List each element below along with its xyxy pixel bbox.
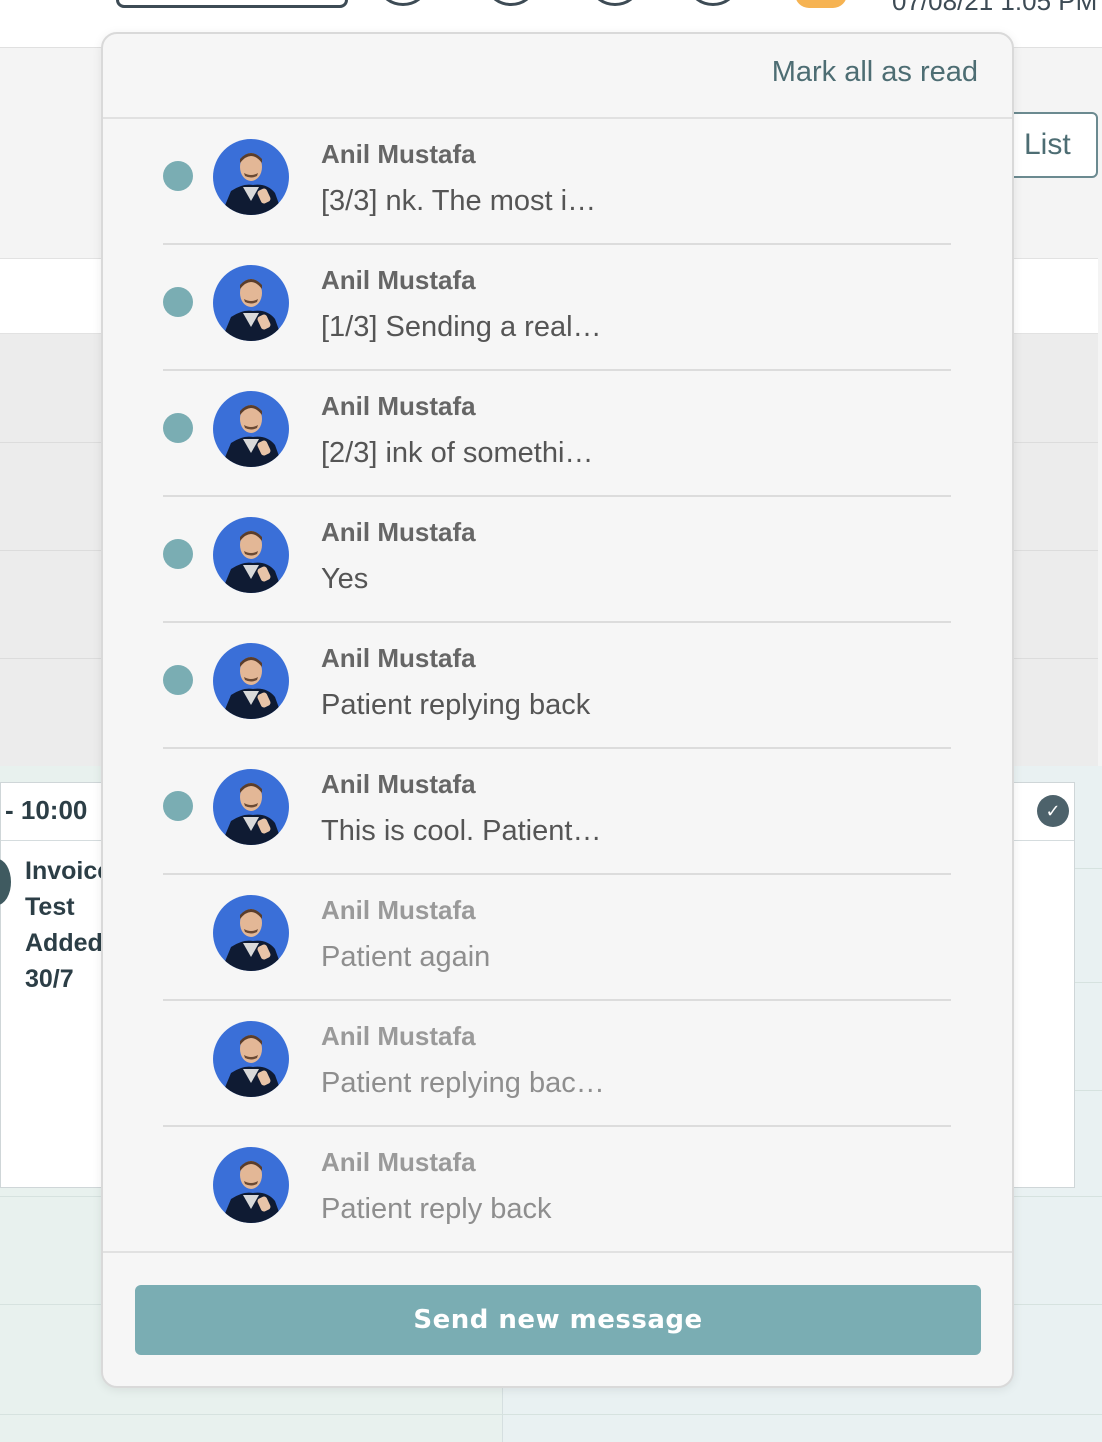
sender-avatar [213,391,289,467]
appointment-line: 30/7 [25,965,74,993]
notification-item[interactable]: Anil Mustafa Yes [103,497,1012,623]
sender-name: Anil Mustafa [321,895,476,925]
notifications-popover: Mark all as read Anil Mustafa [3/3] nk. T… [101,32,1014,1388]
list-view-button[interactable]: List [1006,112,1098,178]
sender-avatar [213,517,289,593]
unread-dot-icon [163,413,193,443]
notification-item[interactable]: Anil Mustafa Patient replying bac… [103,1001,1012,1127]
sender-name: Anil Mustafa [321,769,476,799]
message-preview: Patient replying bac… [321,1067,605,1099]
toolbar-icon[interactable] [380,0,426,6]
notification-item[interactable]: Anil Mustafa Patient reply back [103,1127,1012,1253]
sender-name: Anil Mustafa [321,1021,476,1051]
check-icon[interactable]: ✓ [1037,795,1069,827]
popover-footer: Send new message [103,1251,1012,1386]
toolbar-icon[interactable] [592,0,638,6]
notification-item[interactable]: Anil Mustafa [1/3] Sending a real… [103,245,1012,371]
message-preview: Yes [321,563,369,595]
notification-item[interactable]: Anil Mustafa [2/3] ink of somethi… [103,371,1012,497]
message-preview: [2/3] ink of somethi… [321,437,594,469]
sender-name: Anil Mustafa [321,139,476,169]
unread-dot-icon [163,161,193,191]
patient-avatar [0,859,11,905]
message-preview: Patient reply back [321,1193,552,1225]
message-preview: This is cool. Patient… [321,815,602,847]
sender-avatar [213,1021,289,1097]
message-preview: [3/3] nk. The most i… [321,185,597,217]
unread-dot-icon [163,287,193,317]
current-datetime: 07/08/21 1:05 PM [892,0,1098,16]
sender-avatar [213,769,289,845]
appointment-line: Added [25,929,103,957]
sender-name: Anil Mustafa [321,265,476,295]
message-list: Anil Mustafa [3/3] nk. The most i… Anil M… [103,119,1012,1251]
sender-avatar [213,895,289,971]
notification-badge-icon[interactable] [795,0,847,8]
notification-item[interactable]: Anil Mustafa Patient again [103,875,1012,1001]
grid-line [0,1414,1102,1415]
sender-name: Anil Mustafa [321,1147,476,1177]
message-preview: Patient replying back [321,689,591,721]
message-preview: Patient again [321,941,491,973]
sender-avatar [213,139,289,215]
notification-item[interactable]: Anil Mustafa Patient replying back [103,623,1012,749]
unread-dot-icon [163,539,193,569]
mark-all-read-link[interactable]: Mark all as read [772,56,978,89]
sender-avatar [213,265,289,341]
appointment-details: Invoice Test Added 30/7 [25,853,111,997]
toolbar-icon[interactable] [488,0,534,6]
sender-name: Anil Mustafa [321,391,476,421]
notification-item[interactable]: Anil Mustafa [3/3] nk. The most i… [103,119,1012,245]
sender-name: Anil Mustafa [321,517,476,547]
appointment-line: Invoice [25,857,112,885]
sender-name: Anil Mustafa [321,643,476,673]
top-bar-button[interactable] [116,0,348,8]
toolbar-icon[interactable] [690,0,736,6]
appointment-time: - 10:00 [5,795,88,825]
notification-item[interactable]: Anil Mustafa This is cool. Patient… [103,749,1012,875]
unread-dot-icon [163,791,193,821]
appointment-line: Test [25,893,75,921]
message-preview: [1/3] Sending a real… [321,311,602,343]
sender-avatar [213,1147,289,1223]
send-new-message-button[interactable]: Send new message [135,1285,981,1355]
sender-avatar [213,643,289,719]
unread-dot-icon [163,665,193,695]
popover-header: Mark all as read [103,34,1012,119]
